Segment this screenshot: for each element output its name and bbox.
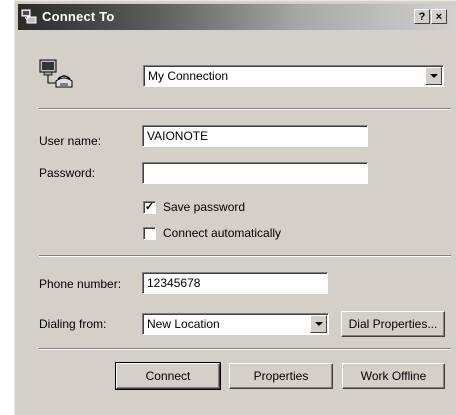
save-password-label[interactable]: Save password [163,200,245,214]
work-offline-button[interactable]: Work Offline [342,363,445,389]
save-password-checkbox[interactable]: ✓ [143,201,156,214]
connect-to-dialog: Connect To ? × My Connection User name: … [14,0,456,415]
connect-button[interactable]: Connect [115,362,221,390]
phone-number-label-text: Phone number: [39,277,122,291]
window-title: Connect To [42,9,115,24]
dial-properties-button[interactable]: Dial Properties... [341,311,445,337]
connection-select-value: My Connection [148,69,229,83]
password-label: Password: [39,166,95,180]
dialup-networking-icon [39,59,73,88]
connect-automatically-checkbox[interactable] [143,227,156,240]
properties-button[interactable]: Properties [229,363,333,389]
chevron-down-icon[interactable] [310,315,327,333]
title-bar[interactable]: Connect To ? × [18,4,454,30]
phone-number-input[interactable] [142,272,328,294]
chevron-down-icon[interactable] [425,67,442,85]
username-label: User name: [39,134,101,148]
username-input[interactable] [142,125,368,147]
phone-number-label: Phone number: [39,277,121,291]
separator-top [39,108,451,110]
username-label-text: User name: [39,134,102,148]
connection-select[interactable]: My Connection [143,65,444,87]
dialing-from-select[interactable]: New Location [142,313,329,335]
password-input[interactable] [142,162,368,184]
check-icon: ✓ [144,201,155,213]
help-glyph: ? [418,11,426,23]
connect-automatically-label[interactable]: Connect automatically [163,226,281,240]
dialing-from-value: New Location [147,317,220,331]
password-label-text: Password: [39,166,96,180]
dialup-connection-icon [21,9,37,24]
dialing-from-label-text: Dialing from: [39,317,107,331]
separator-middle [39,255,451,257]
separator-bottom [39,348,451,350]
close-icon: × [435,11,443,23]
dialing-from-label: Dialing from: [39,317,106,331]
close-button[interactable]: × [431,9,447,24]
help-button[interactable]: ? [414,9,430,24]
